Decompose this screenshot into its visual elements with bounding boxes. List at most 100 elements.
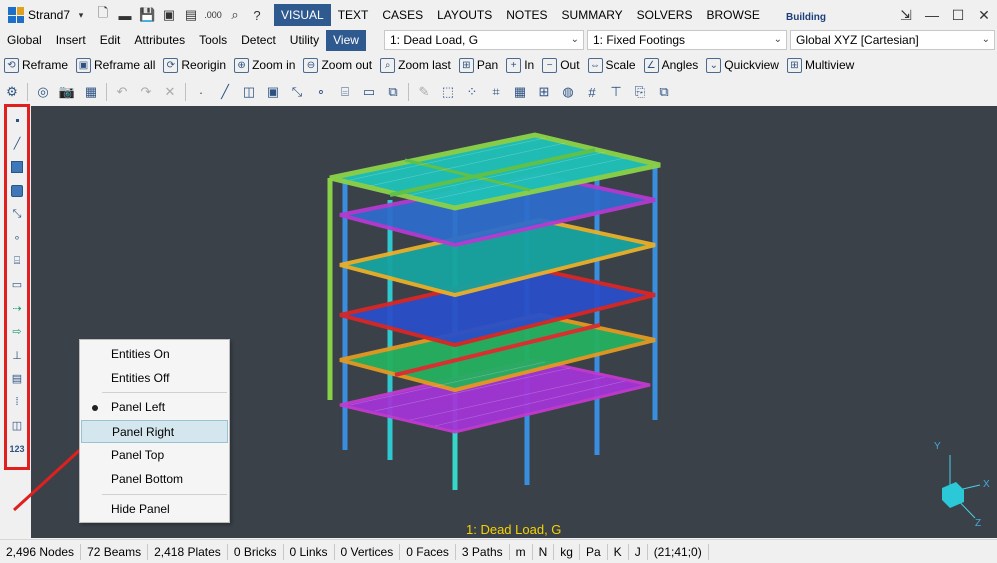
link-icon[interactable]: ⤡: [285, 81, 309, 103]
menu-edit[interactable]: Edit: [93, 30, 128, 51]
hash-icon[interactable]: #: [580, 81, 604, 103]
export-entity-icon[interactable]: ⇨: [8, 322, 26, 342]
decimal-format-icon[interactable]: .000: [202, 4, 224, 26]
select-nodes-icon[interactable]: ⁘: [460, 81, 484, 103]
tree-icon[interactable]: ⊤: [604, 81, 628, 103]
node-entity-icon[interactable]: [8, 110, 26, 130]
menu-attributes[interactable]: Attributes: [127, 30, 192, 51]
vertex-entity-icon[interactable]: ∘: [8, 228, 26, 248]
display-entity-icon[interactable]: ▤: [8, 369, 26, 389]
zoom-in-button[interactable]: ⊕ Zoom in: [230, 54, 299, 76]
load-path-entity-icon[interactable]: ⇢: [8, 298, 26, 318]
ctx-panel-right[interactable]: Panel Right: [81, 420, 228, 443]
save-as-icon[interactable]: ▣: [158, 4, 180, 26]
panel-toggle-icon[interactable]: ◫: [8, 416, 26, 436]
camera-icon[interactable]: 📷: [55, 81, 79, 103]
pen-icon[interactable]: ✎: [412, 81, 436, 103]
mode-tab-visual[interactable]: VISUAL: [274, 4, 331, 26]
mode-tab-notes[interactable]: NOTES: [499, 4, 554, 26]
mode-tab-browse[interactable]: BROWSE: [699, 4, 766, 26]
group-select-icon[interactable]: ⊞: [532, 81, 556, 103]
delete-icon[interactable]: ✕: [158, 81, 182, 103]
ctx-panel-bottom[interactable]: Panel Bottom: [81, 468, 228, 491]
zoom-out-button[interactable]: ⊖ Zoom out: [299, 54, 376, 76]
brick-icon[interactable]: ▣: [261, 81, 285, 103]
layers-icon[interactable]: ⧉: [381, 81, 405, 103]
stack-icon[interactable]: ⧉: [652, 81, 676, 103]
save-icon[interactable]: 💾: [136, 4, 158, 26]
beam-icon[interactable]: ╱: [213, 81, 237, 103]
maximize-icon[interactable]: ☐: [945, 4, 971, 26]
plate-icon[interactable]: ◫: [237, 81, 261, 103]
undo-icon[interactable]: ↶: [110, 81, 134, 103]
cylinder-entity-icon[interactable]: ⌸: [8, 251, 26, 271]
ctx-panel-top[interactable]: Panel Top: [81, 444, 228, 467]
reorigin-button[interactable]: ⟳ Reorigin: [159, 54, 230, 76]
cylinder-icon[interactable]: ⌸: [333, 81, 357, 103]
out-button[interactable]: − Out: [538, 54, 583, 76]
coord-system-combo[interactable]: Global XYZ [Cartesian] ⌄: [790, 30, 995, 50]
in-button[interactable]: + In: [502, 54, 538, 76]
settings-gear-icon[interactable]: ⚙: [0, 81, 24, 103]
load-case-combo[interactable]: 1: Dead Load, G ⌄: [384, 30, 584, 50]
reframe-all-button[interactable]: ▣ Reframe all: [72, 54, 159, 76]
close-icon[interactable]: ✕: [971, 4, 997, 26]
zoom-last-button[interactable]: ⌕ Zoom last: [376, 54, 455, 76]
select-region-icon[interactable]: ⌗: [484, 81, 508, 103]
menu-utility[interactable]: Utility: [283, 30, 326, 51]
numbering-icon[interactable]: 123: [8, 439, 26, 459]
mode-tab-solvers[interactable]: SOLVERS: [630, 4, 700, 26]
app-menu-chevron-icon[interactable]: ▾: [70, 4, 92, 26]
path-icon[interactable]: ▭: [357, 81, 381, 103]
mode-tab-cases[interactable]: CASES: [375, 4, 430, 26]
grid-select-icon[interactable]: ▦: [79, 81, 103, 103]
multiview-button[interactable]: ⊞ Multiview: [783, 54, 858, 76]
checked-bullet-icon: [92, 405, 98, 411]
select-box-icon[interactable]: ⬚: [436, 81, 460, 103]
ctx-hide-panel[interactable]: Hide Panel: [81, 498, 228, 521]
minimize-icon[interactable]: —: [919, 4, 945, 26]
menu-global[interactable]: Global: [0, 30, 49, 51]
plate-entity-icon[interactable]: [8, 157, 26, 177]
shapes-icon[interactable]: ◍: [556, 81, 580, 103]
binoculars-icon[interactable]: ◎: [31, 81, 55, 103]
reframe-button[interactable]: ⟲ Reframe: [0, 54, 72, 76]
points-grid-icon[interactable]: ⁞: [8, 392, 26, 412]
help-icon[interactable]: ?: [246, 4, 268, 26]
quickview-button[interactable]: ⌄ Quickview: [702, 54, 783, 76]
menu-insert[interactable]: Insert: [49, 30, 93, 51]
grid-icon[interactable]: ▦: [508, 81, 532, 103]
reframe-icon: ⟲: [4, 57, 19, 73]
vertex-icon[interactable]: ∘: [309, 81, 333, 103]
open-folder-icon[interactable]: ▬: [114, 4, 136, 26]
new-file-icon[interactable]: 🗋: [92, 4, 114, 26]
scale-button[interactable]: ⇔ Scale: [584, 54, 640, 76]
redo-icon[interactable]: ↷: [134, 81, 158, 103]
path-entity-icon[interactable]: ▭: [8, 275, 26, 295]
report-icon[interactable]: ▤: [180, 4, 202, 26]
mode-tab-text[interactable]: TEXT: [331, 4, 376, 26]
app-name: Strand7: [28, 8, 71, 22]
menu-tools[interactable]: Tools: [192, 30, 234, 51]
menu-detect[interactable]: Detect: [234, 30, 283, 51]
link-entity-icon[interactable]: ⤡: [8, 204, 26, 224]
beam-entity-icon[interactable]: ╱: [8, 134, 26, 154]
freedom-case-combo[interactable]: 1: Fixed Footings ⌄: [587, 30, 787, 50]
view-toolbar-label: In: [524, 58, 535, 72]
mode-tab-summary[interactable]: SUMMARY: [555, 4, 630, 26]
angles-button[interactable]: ∠ Angles: [640, 54, 703, 76]
view-toolbar-label: Scale: [605, 58, 636, 72]
mode-tab-layouts[interactable]: LAYOUTS: [430, 4, 499, 26]
brick-entity-icon[interactable]: [8, 181, 26, 201]
ctx-entities-off[interactable]: Entities Off: [81, 367, 228, 390]
copy-icon[interactable]: ⎘: [628, 81, 652, 103]
screenshot-menu-icon[interactable]: ⇲: [893, 4, 919, 26]
zoom-out-icon: ⊖: [303, 57, 319, 73]
ctx-panel-left[interactable]: Panel Left: [81, 396, 228, 419]
menu-view[interactable]: View: [326, 30, 366, 51]
node-icon[interactable]: ·: [189, 81, 213, 103]
find-icon[interactable]: ⌕: [224, 4, 246, 26]
ctx-entities-on[interactable]: Entities On: [81, 343, 228, 366]
pan-button[interactable]: ⊞ Pan: [455, 54, 502, 76]
section-entity-icon[interactable]: ⊥: [8, 345, 26, 365]
